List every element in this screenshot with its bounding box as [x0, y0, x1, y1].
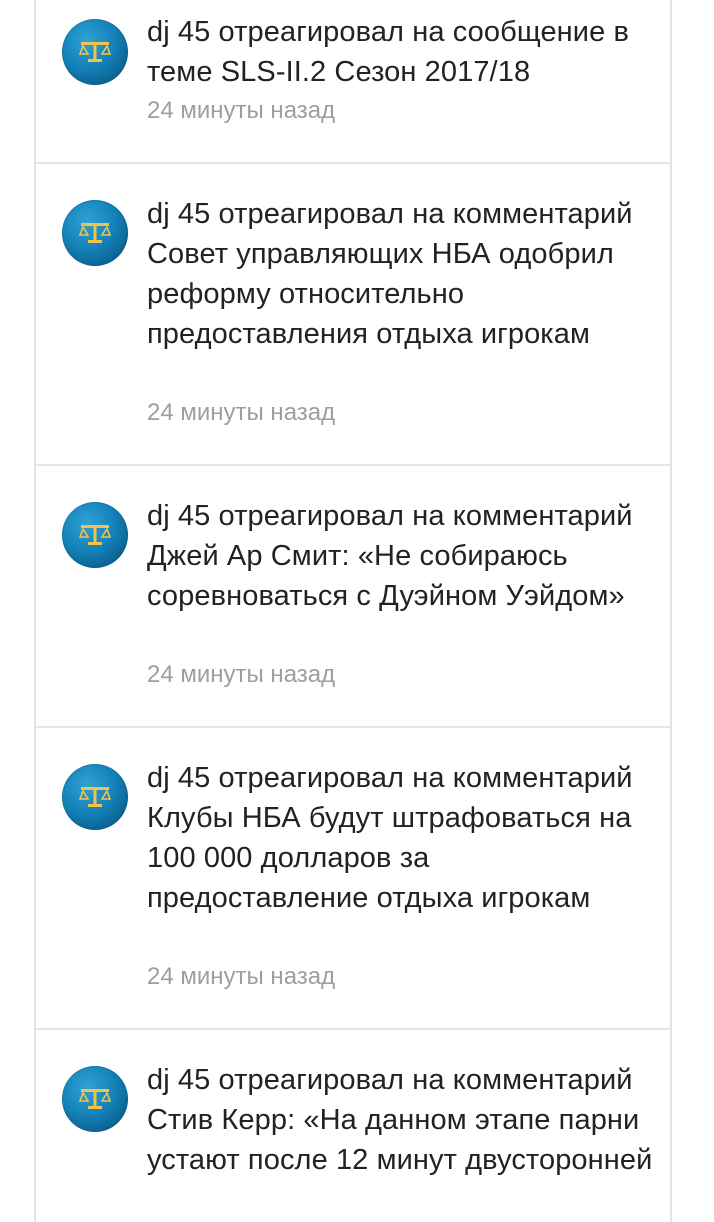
- notification-item[interactable]: dj 45 отреагировал на комментарий Клубы …: [36, 728, 670, 1030]
- user-avatar[interactable]: [62, 1066, 128, 1132]
- user-avatar[interactable]: [62, 200, 128, 266]
- notification-time: 24 минуты назад: [147, 963, 336, 990]
- notification-item[interactable]: dj 45 отреагировал на сообщение в теме S…: [36, 0, 670, 164]
- scales-icon: [79, 525, 111, 545]
- user-avatar[interactable]: [62, 19, 128, 85]
- user-avatar[interactable]: [62, 764, 128, 830]
- notification-text[interactable]: dj 45 отреагировал на сообщение в теме S…: [147, 12, 658, 92]
- notification-item[interactable]: dj 45 отреагировал на комментарий Джей А…: [36, 466, 670, 728]
- scales-icon: [79, 787, 111, 807]
- notification-text[interactable]: dj 45 отреагировал на комментарий Клубы …: [147, 758, 658, 918]
- notification-time: 24 минуты назад: [147, 97, 336, 124]
- notification-text[interactable]: dj 45 отреагировал на комментарий Совет …: [147, 194, 658, 354]
- notification-text[interactable]: dj 45 отреагировал на комментарий Джей А…: [147, 496, 658, 616]
- notification-feed: dj 45 отреагировал на сообщение в теме S…: [34, 0, 672, 1222]
- user-avatar[interactable]: [62, 502, 128, 568]
- scales-icon: [79, 42, 111, 62]
- scales-icon: [79, 223, 111, 243]
- notification-item[interactable]: dj 45 отреагировал на комментарий Стив К…: [36, 1030, 670, 1222]
- notification-item[interactable]: dj 45 отреагировал на комментарий Совет …: [36, 164, 670, 466]
- scales-icon: [79, 1089, 111, 1109]
- notification-text[interactable]: dj 45 отреагировал на комментарий Стив К…: [147, 1060, 658, 1180]
- notification-time: 24 минуты назад: [147, 661, 336, 688]
- notification-time: 24 минуты назад: [147, 399, 336, 426]
